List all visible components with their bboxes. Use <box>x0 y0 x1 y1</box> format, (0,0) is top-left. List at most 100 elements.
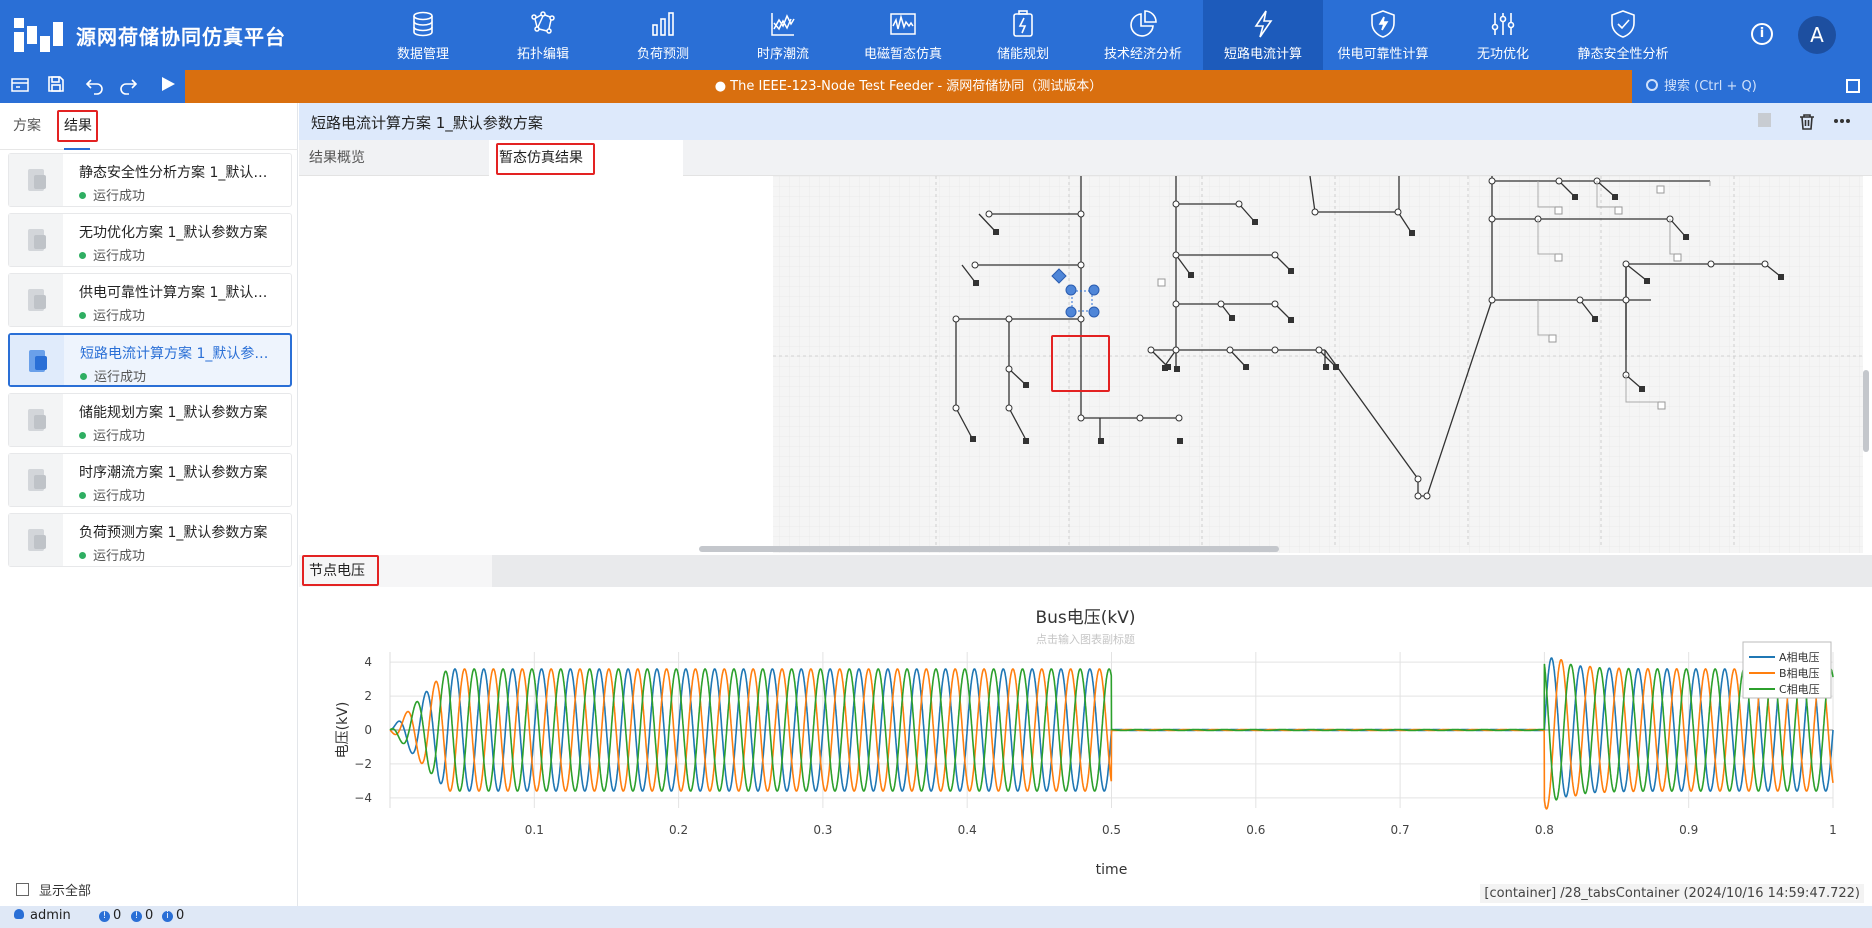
y-tick-label: 4 <box>364 655 372 669</box>
module-nav: 数据管理 拓扑编辑 负荷预测 时序潮流 电磁暂态仿真 储能规划 技术经济分析 短… <box>363 0 1683 70</box>
list-item[interactable]: 时序潮流方案 1_默认参数方案 运行成功 <box>8 453 292 507</box>
plan-status: 运行成功 <box>80 366 146 385</box>
nav-label: 静态安全性分析 <box>1577 46 1669 62</box>
plan-name: 时序潮流方案 1_默认参数方案 <box>79 465 268 481</box>
run-icon[interactable] <box>156 75 180 99</box>
nav-label: 短路电流计算 <box>1223 46 1302 62</box>
x-tick-label: 1 <box>1829 823 1837 837</box>
chart-subtitle[interactable]: 点击输入图表副标题 <box>299 631 1872 647</box>
nav-label: 电磁暂态仿真 <box>863 46 942 62</box>
list-item[interactable]: 静态安全性分析方案 1_默认参数方案 运行成功 <box>8 153 292 207</box>
legend-label: B相电压 <box>1779 667 1820 680</box>
error-count[interactable]: ! 0 <box>99 908 121 923</box>
tab-transient[interactable]: 暂态仿真结果 <box>489 140 683 176</box>
tab-result[interactable]: 结果 <box>64 115 92 135</box>
nav-reactive-optimization[interactable]: 无功优化 <box>1443 0 1563 70</box>
top-navigation: 源网荷储协同仿真平台 数据管理 拓扑编辑 负荷预测 时序潮流 电磁暂态仿真 储能… <box>0 0 1872 70</box>
tab-plan[interactable]: 方案 <box>13 115 41 135</box>
plan-icon <box>10 335 64 385</box>
layout-icon[interactable] <box>8 75 32 99</box>
x-tick-label: 0.4 <box>958 823 977 837</box>
list-item[interactable]: 储能规划方案 1_默认参数方案 运行成功 <box>8 393 292 447</box>
plan-name: 供电可靠性计算方案 1_默认参数方案 <box>79 285 279 301</box>
nav-data-management[interactable]: 数据管理 <box>363 0 483 70</box>
sliders-icon <box>1491 12 1515 35</box>
plan-name: 静态安全性分析方案 1_默认参数方案 <box>79 165 279 181</box>
nav-label: 数据管理 <box>396 46 449 62</box>
list-item[interactable]: 供电可靠性计算方案 1_默认参数方案 运行成功 <box>8 273 292 327</box>
plan-status: 运行成功 <box>79 305 145 324</box>
plan-icon <box>9 514 63 566</box>
nav-techno-economic[interactable]: 技术经济分析 <box>1083 0 1203 70</box>
plan-name: 负荷预测方案 1_默认参数方案 <box>79 525 268 541</box>
plan-icon <box>9 274 63 326</box>
list-item-selected[interactable]: 短路电流计算方案 1_默认参数方案 运行成功 <box>8 333 292 387</box>
x-tick-label: 0.7 <box>1391 823 1410 837</box>
plan-status: 运行成功 <box>79 425 145 444</box>
shield-check-icon <box>1611 9 1635 38</box>
chart-title[interactable]: Bus电压(kV) <box>299 603 1872 628</box>
search-input[interactable]: 搜索 (Ctrl + Q) <box>1636 74 1836 99</box>
tab-node-voltage[interactable]: 节点电压 <box>299 555 492 587</box>
main-header: 短路电流计算方案 1_默认参数方案 <box>299 103 1872 140</box>
x-tick-label: 0.6 <box>1246 823 1265 837</box>
left-panel: 方案 结果 静态安全性分析方案 1_默认参数方案 运行成功 无功优化方案 1_默… <box>0 103 298 906</box>
nav-topology-edit[interactable]: 拓扑编辑 <box>483 0 603 70</box>
y-tick-label: 0 <box>364 723 372 737</box>
search-icon <box>1646 79 1658 91</box>
plan-list: 静态安全性分析方案 1_默认参数方案 运行成功 无功优化方案 1_默认参数方案 … <box>8 153 292 573</box>
nav-label: 拓扑编辑 <box>516 46 569 62</box>
horizontal-scrollbar[interactable] <box>699 546 1279 552</box>
x-tick-label: 0.2 <box>669 823 688 837</box>
brand[interactable]: 源网荷储协同仿真平台 <box>14 14 286 56</box>
y-tick-label: 2 <box>364 689 372 703</box>
legend-label: A相电压 <box>1779 651 1820 664</box>
app-title: 源网荷储协同仿真平台 <box>76 24 286 49</box>
error-icon: ! <box>99 911 110 922</box>
show-all-checkbox[interactable]: 显示全部 <box>16 880 91 899</box>
project-title-bar: ● The IEEE-123-Node Test Feeder - 源网荷储协同… <box>185 70 1632 103</box>
plan-status: 运行成功 <box>79 185 145 204</box>
app-logo-icon <box>14 14 64 56</box>
vertical-scrollbar[interactable] <box>1863 370 1869 452</box>
nav-em-transient[interactable]: 电磁暂态仿真 <box>843 0 963 70</box>
plan-icon <box>9 214 63 266</box>
save-icon[interactable] <box>44 75 68 99</box>
list-item[interactable]: 无功优化方案 1_默认参数方案 运行成功 <box>8 213 292 267</box>
checkbox-icon <box>16 883 29 896</box>
info-icon[interactable]: i <box>1751 23 1773 45</box>
status-user[interactable]: admin <box>14 908 71 923</box>
warning-count[interactable]: ! 0 <box>131 908 153 923</box>
stop-icon[interactable] <box>1758 113 1771 127</box>
undo-icon[interactable] <box>83 75 107 99</box>
redo-icon[interactable] <box>116 75 140 99</box>
x-tick-label: 0.1 <box>525 823 544 837</box>
nav-reliability[interactable]: 供电可靠性计算 <box>1323 0 1443 70</box>
topology-canvas[interactable] <box>299 176 1872 553</box>
nav-label: 负荷预测 <box>636 46 689 62</box>
delete-icon[interactable] <box>1799 113 1815 130</box>
plan-status: 运行成功 <box>79 545 145 564</box>
x-tick-label: 0.8 <box>1535 823 1554 837</box>
nav-label: 储能规划 <box>996 46 1049 62</box>
plan-icon <box>9 154 63 206</box>
nav-label: 无功优化 <box>1476 46 1529 62</box>
more-icon[interactable] <box>1833 113 1850 129</box>
fullscreen-icon[interactable] <box>1846 79 1860 93</box>
info-count[interactable]: i0 <box>162 908 184 923</box>
show-all-label: 显示全部 <box>39 884 92 899</box>
nav-label: 供电可靠性计算 <box>1337 46 1429 62</box>
list-item[interactable]: 负荷预测方案 1_默认参数方案 运行成功 <box>8 513 292 567</box>
y-axis-label: 电压(kV) <box>335 702 351 759</box>
plan-name: 短路电流计算方案 1_默认参数方案 <box>80 346 280 362</box>
pie-chart-icon <box>1130 9 1157 37</box>
chart-legend: A相电压 B相电压 C相电压 <box>1742 641 1832 699</box>
nav-load-forecast[interactable]: 负荷预测 <box>603 0 723 70</box>
bar-chart-icon <box>652 11 674 36</box>
nav-static-security[interactable]: 静态安全性分析 <box>1563 0 1683 70</box>
user-avatar[interactable]: A <box>1798 16 1836 54</box>
nav-energy-storage-planning[interactable]: 储能规划 <box>963 0 1083 70</box>
nav-time-series-flow[interactable]: 时序潮流 <box>723 0 843 70</box>
tab-overview[interactable]: 结果概览 <box>299 140 489 176</box>
nav-short-circuit[interactable]: 短路电流计算 <box>1203 0 1323 70</box>
